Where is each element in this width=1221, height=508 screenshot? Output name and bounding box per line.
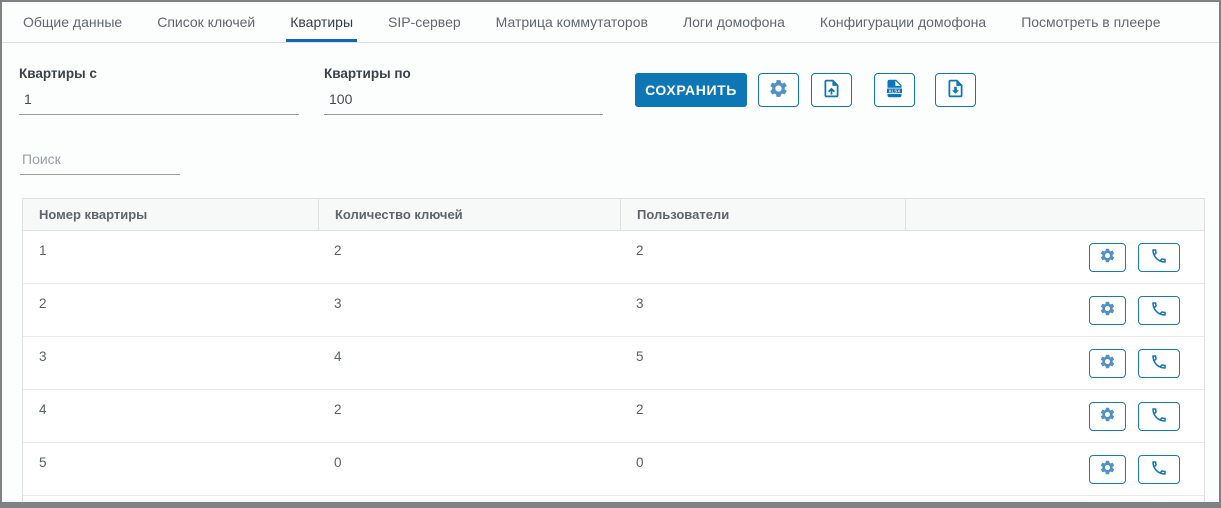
- download-file-button[interactable]: [935, 73, 976, 107]
- cell-key-count: 2: [318, 390, 620, 442]
- table-body: 1 2 2 2 3 3: [23, 231, 1204, 496]
- phone-icon: [1150, 459, 1168, 480]
- table-row: 3 4 5: [23, 337, 1204, 390]
- phone-icon: [1150, 300, 1168, 321]
- phone-icon: [1150, 247, 1168, 268]
- intercom-admin-window: Общие данные Список ключей Квартиры SIP-…: [0, 0, 1221, 508]
- cell-apartment-number: 3: [23, 337, 318, 389]
- download-file-icon: [945, 78, 966, 102]
- cell-apartment-number: 4: [23, 390, 318, 442]
- cell-users: 5: [620, 337, 905, 389]
- cell-actions: [905, 443, 1204, 495]
- gear-icon: [1099, 353, 1116, 373]
- row-call-button[interactable]: [1138, 296, 1180, 325]
- tab-intercom-logs[interactable]: Логи домофона: [679, 2, 789, 42]
- table-row: 1 2 2: [23, 231, 1204, 284]
- apartments-table: Номер квартиры Количество ключей Пользов…: [22, 198, 1205, 503]
- gear-icon: [1099, 406, 1116, 426]
- row-call-button[interactable]: [1138, 455, 1180, 484]
- cell-actions: [905, 390, 1204, 442]
- header-actions: [905, 199, 1204, 230]
- gear-icon: [1099, 459, 1116, 479]
- cell-key-count: 4: [318, 337, 620, 389]
- tab-general-data[interactable]: Общие данные: [19, 2, 126, 42]
- cell-actions: [905, 337, 1204, 389]
- cell-key-count: 0: [318, 443, 620, 495]
- table-row: 4 2 2: [23, 390, 1204, 443]
- tab-key-list[interactable]: Список ключей: [153, 2, 259, 42]
- cell-users: 2: [620, 390, 905, 442]
- export-xlsx-button[interactable]: XLSX: [874, 73, 915, 107]
- apartments-from-field: Квартиры с: [19, 66, 299, 115]
- settings-button[interactable]: [758, 73, 799, 107]
- gear-icon: [768, 78, 789, 102]
- cell-apartment-number: 5: [23, 443, 318, 495]
- phone-icon: [1150, 406, 1168, 427]
- apartments-to-input[interactable]: [324, 89, 603, 115]
- cell-apartment-number: 1: [23, 231, 318, 283]
- xlsx-file-icon: XLSX: [884, 78, 905, 102]
- header-apartment-number: Номер квартиры: [23, 199, 318, 230]
- cell-users: 2: [620, 231, 905, 283]
- tab-intercom-configs[interactable]: Конфигурации домофона: [816, 2, 990, 42]
- table-partial-row: [23, 496, 1204, 503]
- row-settings-button[interactable]: [1089, 349, 1126, 378]
- main-content: Квартиры с Квартиры по СОХРАНИТЬ: [2, 43, 1219, 503]
- gear-icon: [1099, 247, 1116, 267]
- row-settings-button[interactable]: [1089, 296, 1126, 325]
- row-call-button[interactable]: [1138, 349, 1180, 378]
- upload-file-button[interactable]: [811, 73, 852, 107]
- row-settings-button[interactable]: [1089, 402, 1126, 431]
- cell-users: 0: [620, 443, 905, 495]
- cell-users: 3: [620, 284, 905, 336]
- apartments-from-input[interactable]: [19, 89, 299, 115]
- search-input[interactable]: [20, 147, 180, 175]
- table-row: 5 0 0: [23, 443, 1204, 496]
- upload-file-icon: [821, 78, 842, 102]
- table-row: 2 3 3: [23, 284, 1204, 337]
- cell-key-count: 3: [318, 284, 620, 336]
- row-call-button[interactable]: [1138, 402, 1180, 431]
- tab-sip-server[interactable]: SIP-сервер: [384, 2, 465, 42]
- row-settings-button[interactable]: [1089, 243, 1126, 272]
- tab-view-in-player[interactable]: Посмотреть в плеере: [1017, 2, 1164, 42]
- cell-key-count: 2: [318, 231, 620, 283]
- cell-apartment-number: 2: [23, 284, 318, 336]
- apartments-to-label: Квартиры по: [324, 66, 603, 81]
- apartments-from-label: Квартиры с: [19, 66, 299, 81]
- row-call-button[interactable]: [1138, 243, 1180, 272]
- tab-switch-matrix[interactable]: Матрица коммутаторов: [492, 2, 652, 42]
- tab-bar: Общие данные Список ключей Квартиры SIP-…: [2, 2, 1219, 43]
- table-header: Номер квартиры Количество ключей Пользов…: [23, 199, 1204, 231]
- cell-actions: [905, 284, 1204, 336]
- row-settings-button[interactable]: [1089, 455, 1126, 484]
- header-users: Пользователи: [620, 199, 905, 230]
- svg-text:XLSX: XLSX: [889, 88, 901, 93]
- tab-apartments[interactable]: Квартиры: [286, 2, 357, 42]
- phone-icon: [1150, 353, 1168, 374]
- header-key-count: Количество ключей: [318, 199, 620, 230]
- apartments-to-field: Квартиры по: [324, 66, 603, 115]
- cell-actions: [905, 231, 1204, 283]
- save-button[interactable]: СОХРАНИТЬ: [635, 73, 747, 107]
- gear-icon: [1099, 300, 1116, 320]
